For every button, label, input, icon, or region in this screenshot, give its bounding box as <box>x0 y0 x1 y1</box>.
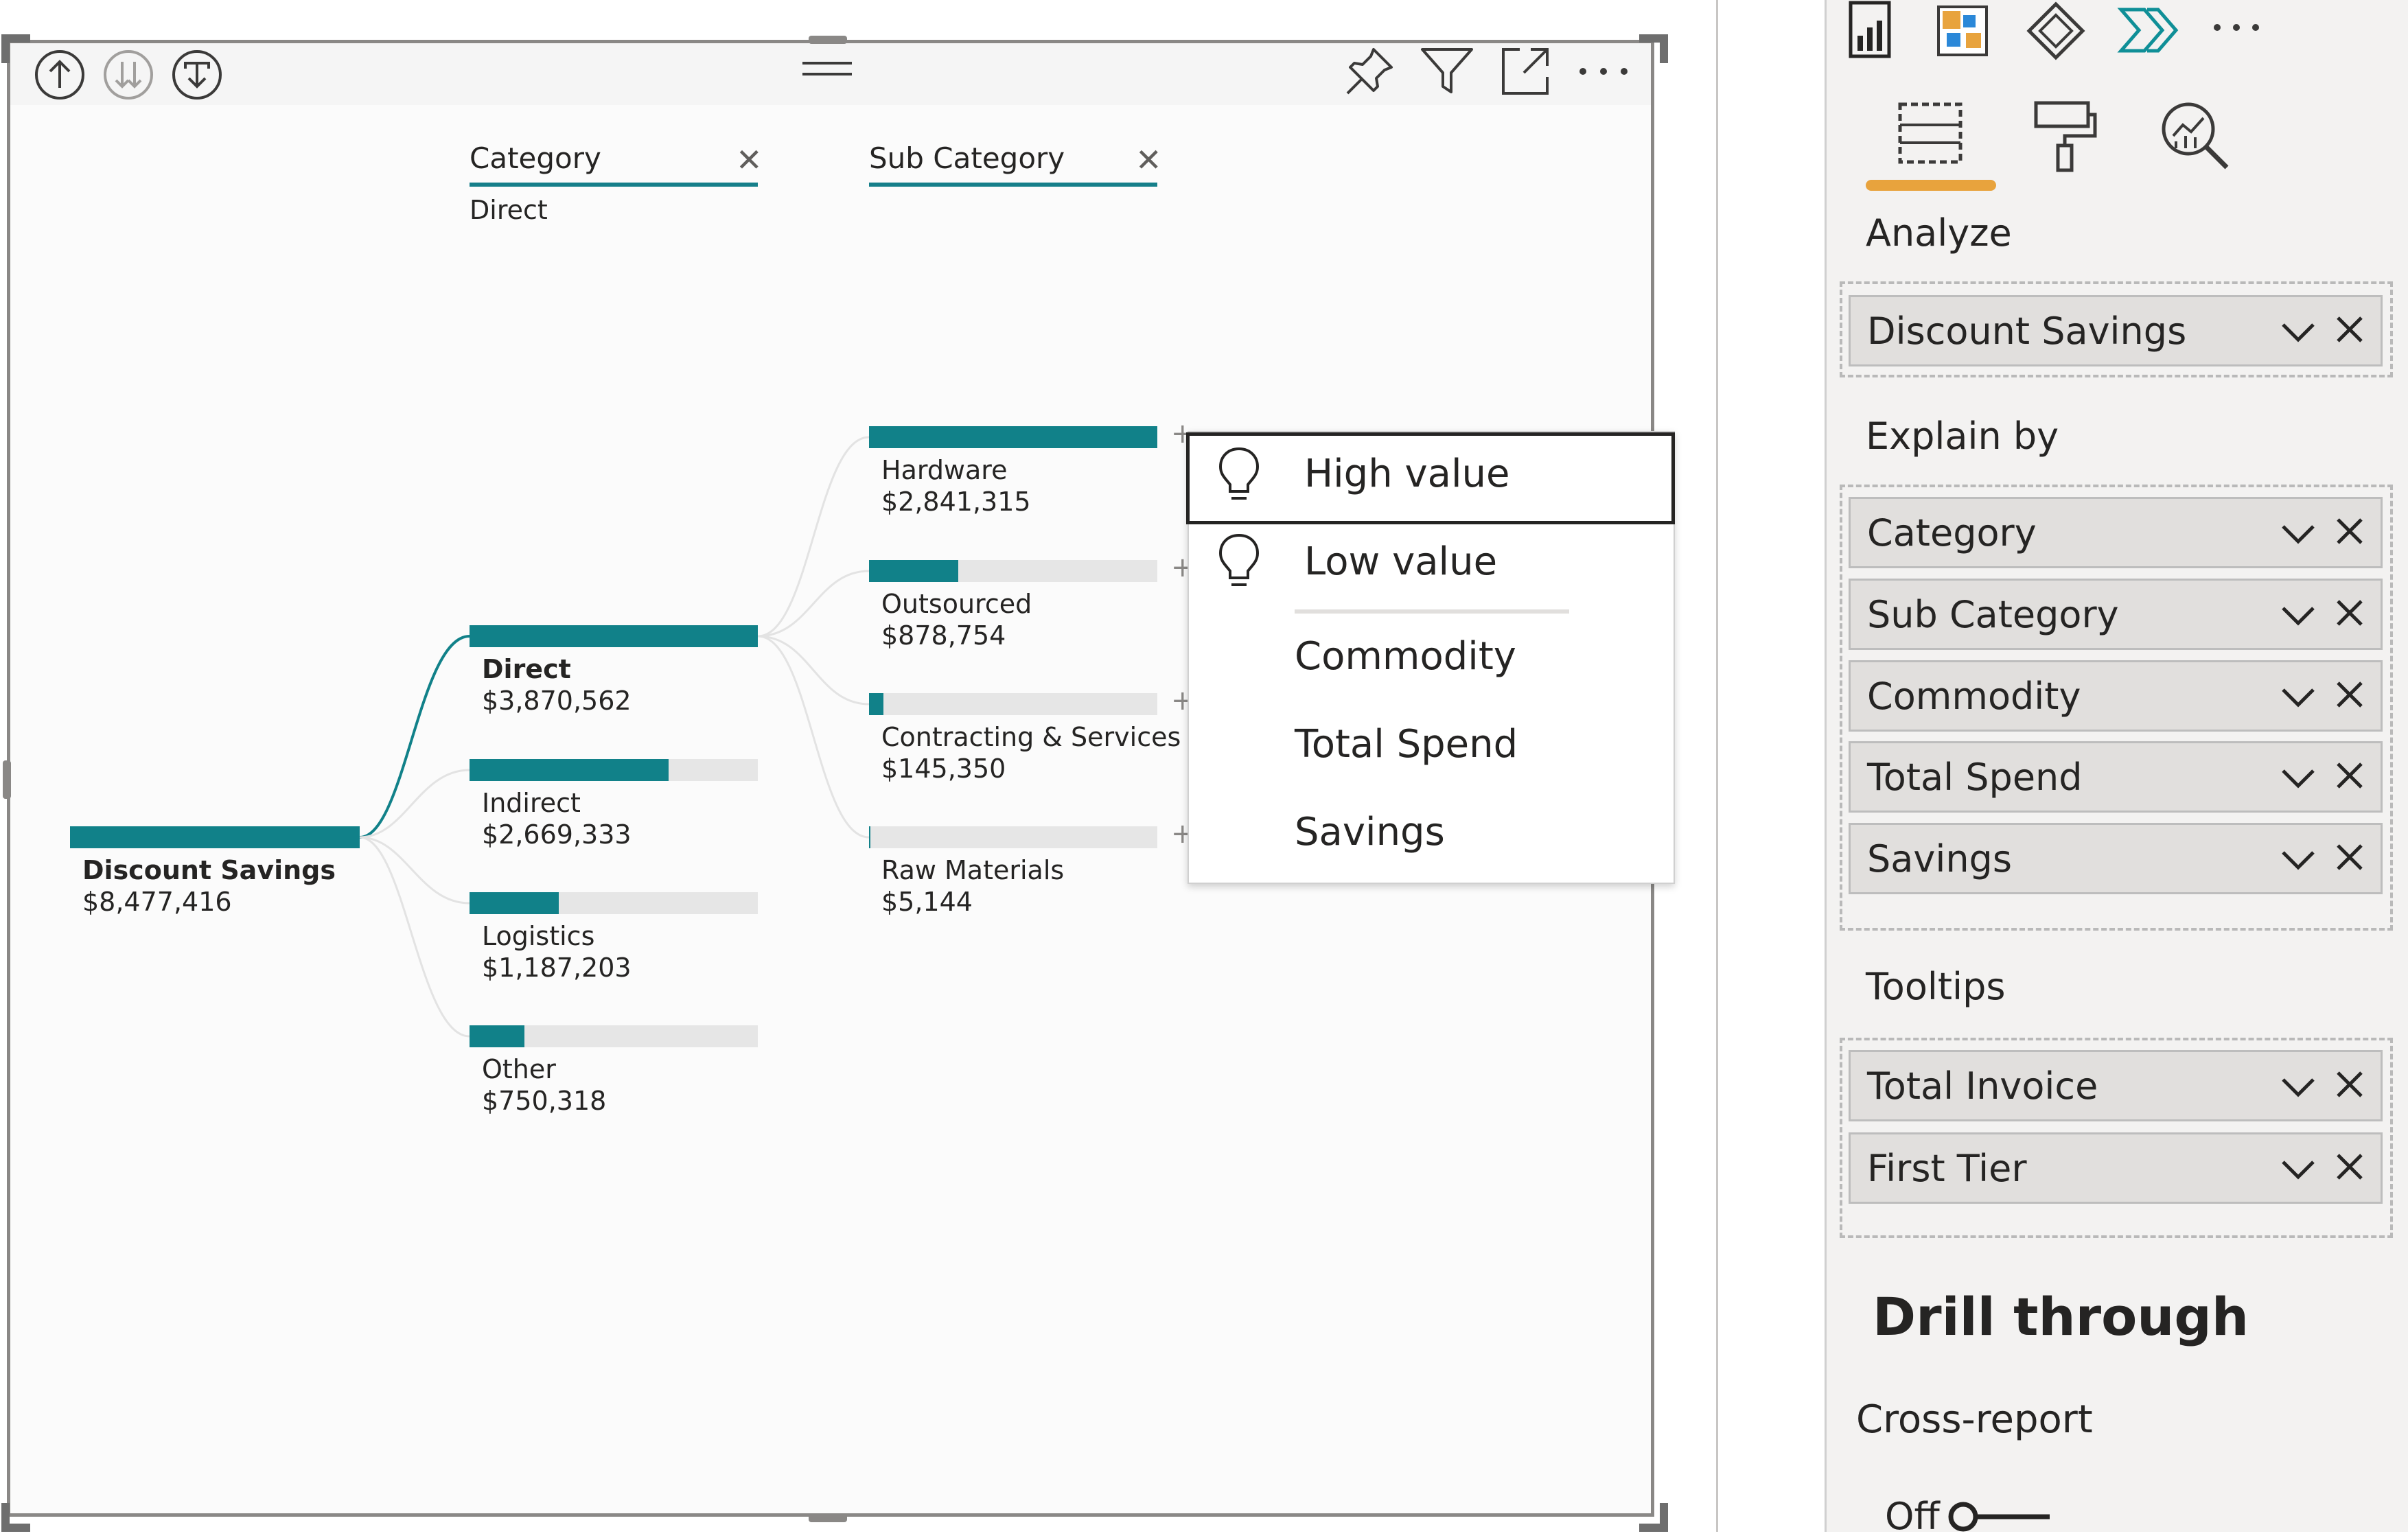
sub-category-label: Raw Materials <box>881 855 1065 885</box>
category-value: $3,870,562 <box>482 686 632 716</box>
visual-icon[interactable] <box>2025 0 2087 62</box>
field-label: Savings <box>1867 837 2012 881</box>
lightbulb-icon <box>1218 447 1260 500</box>
explain-by-field[interactable]: Commodity <box>1849 660 2383 732</box>
category-bar[interactable] <box>470 892 758 914</box>
active-tab-indicator <box>1866 180 1996 191</box>
category-value: $2,669,333 <box>482 819 632 850</box>
explain-by-field[interactable]: Sub Category <box>1849 578 2383 650</box>
sub-category-value: $5,144 <box>881 887 973 917</box>
close-icon[interactable] <box>2332 312 2367 347</box>
drill-through-title: Drill through <box>1873 1286 2249 1347</box>
category-value: $1,187,203 <box>482 953 632 983</box>
category-value: $750,318 <box>482 1086 607 1116</box>
report-icon[interactable] <box>1846 0 1895 62</box>
sub-category-label: Hardware <box>881 455 1008 485</box>
pane-divider <box>1716 0 1825 1532</box>
lightbulb-icon <box>1218 533 1260 586</box>
root-value: $8,477,416 <box>82 887 232 917</box>
sub-category-bar[interactable] <box>869 693 1157 715</box>
format-tab-icon[interactable] <box>2029 97 2100 173</box>
category-label: Direct <box>482 654 571 684</box>
sub-category-bar-fill <box>869 693 883 715</box>
tooltip-field[interactable]: First Tier <box>1849 1132 2383 1204</box>
sub-category-label: Outsourced <box>881 589 1032 619</box>
menu-divider <box>1295 609 1569 614</box>
chevron-down-icon[interactable] <box>2278 676 2319 717</box>
tooltips-title: Tooltips <box>1866 965 2006 1008</box>
close-icon[interactable] <box>2332 840 2367 874</box>
field-label: First Tier <box>1867 1147 2027 1190</box>
category-label: Other <box>482 1054 556 1084</box>
close-icon[interactable] <box>2332 677 2367 712</box>
category-label: Indirect <box>482 788 581 818</box>
chevron-down-icon[interactable] <box>2278 1148 2319 1189</box>
menu-item-total-spend[interactable]: Total Spend <box>1295 722 1518 767</box>
analyze-title: Analyze <box>1866 211 2012 255</box>
category-bar[interactable] <box>470 625 758 647</box>
explain-by-field[interactable]: Total Spend <box>1849 741 2383 813</box>
chevron-down-icon[interactable] <box>2278 1066 2319 1107</box>
analytics-tab-icon[interactable] <box>2157 97 2232 173</box>
category-bar-fill <box>470 1025 524 1047</box>
chevron-down-icon[interactable] <box>2278 757 2319 798</box>
field-label: Sub Category <box>1867 592 2119 636</box>
sub-category-value: $878,754 <box>881 620 1006 651</box>
sub-category-label: Contracting & Services <box>881 722 1181 752</box>
category-bar-fill <box>470 892 559 914</box>
explain-by-title: Explain by <box>1866 415 2059 458</box>
more-icon[interactable] <box>2212 19 2261 36</box>
category-label: Logistics <box>482 921 595 951</box>
sub-category-bar[interactable] <box>869 826 1157 848</box>
root-bar-fill <box>70 826 360 848</box>
close-icon[interactable] <box>2332 1067 2367 1102</box>
explain-by-field[interactable]: Savings <box>1849 823 2383 895</box>
sub-category-value: $145,350 <box>881 754 1006 784</box>
sub-category-bar-fill <box>869 426 1157 448</box>
category-bar[interactable] <box>470 759 758 781</box>
menu-item-label: Low value <box>1304 539 1498 584</box>
cross-report-toggle[interactable] <box>1947 1500 2057 1532</box>
menu-item-commodity[interactable]: Commodity <box>1295 634 1516 679</box>
field-label: Total Invoice <box>1867 1064 2098 1108</box>
sub-category-value: $2,841,315 <box>881 487 1031 517</box>
chevron-down-icon[interactable] <box>2278 513 2319 554</box>
category-bar-fill <box>470 759 669 781</box>
close-icon[interactable] <box>2332 1150 2367 1184</box>
menu-item-savings[interactable]: Savings <box>1295 810 1445 854</box>
field-label: Discount Savings <box>1867 310 2187 353</box>
root-label: Discount Savings <box>82 855 336 885</box>
category-bar-fill <box>470 625 758 647</box>
chevron-down-icon[interactable] <box>2278 839 2319 880</box>
root-bar[interactable] <box>70 826 360 848</box>
close-icon[interactable] <box>2332 514 2367 548</box>
chevron-down-icon[interactable] <box>2278 311 2319 352</box>
chevron-down-icon[interactable] <box>2278 594 2319 636</box>
category-bar[interactable] <box>470 1025 758 1047</box>
cross-report-label: Cross-report <box>1856 1397 2093 1442</box>
close-icon[interactable] <box>2332 596 2367 630</box>
sub-category-bar-fill <box>869 826 871 848</box>
explain-by-field[interactable]: Category <box>1849 497 2383 568</box>
field-label: Commodity <box>1867 674 2081 718</box>
sub-category-bar-fill <box>869 560 959 582</box>
menu-item-label: High value <box>1304 452 1510 496</box>
analyze-field[interactable]: Discount Savings <box>1849 295 2383 366</box>
tooltip-field[interactable]: Total Invoice <box>1849 1050 2383 1121</box>
sub-category-bar[interactable] <box>869 560 1157 582</box>
power-apps-icon[interactable] <box>1933 0 1995 62</box>
power-automate-icon[interactable] <box>2117 0 2179 62</box>
field-label: Category <box>1867 511 2037 555</box>
fields-tab-icon[interactable] <box>1895 97 1966 169</box>
sub-category-bar[interactable] <box>869 426 1157 448</box>
field-label: Total Spend <box>1867 756 2083 800</box>
close-icon[interactable] <box>2332 758 2367 793</box>
